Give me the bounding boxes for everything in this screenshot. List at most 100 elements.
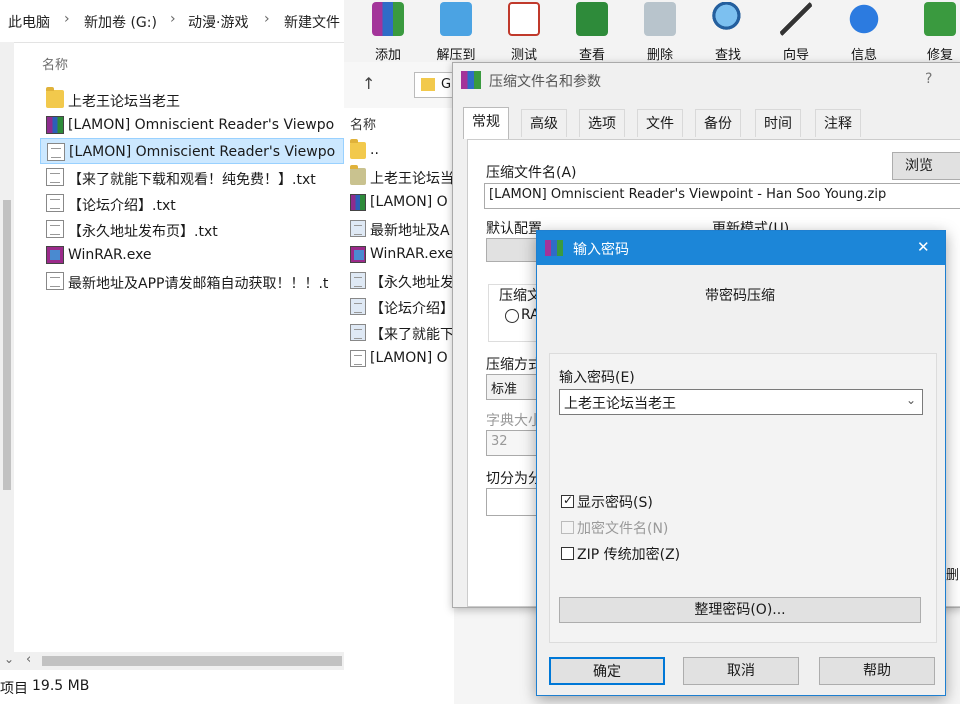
enter-password-dialog: 输入密码 ✕ 带密码压缩 输入密码(E) 上老王论坛当老王 ⌄ ✓ 显示密码(S… [536, 230, 946, 696]
info-button[interactable]: 信息 [834, 0, 894, 63]
wizard-label: 向导 [782, 48, 809, 63]
tab-advanced[interactable]: 高级 [521, 109, 567, 137]
archive-name-label: 压缩文件名(A) [486, 165, 577, 181]
scroll-left-icon[interactable]: ‹ [26, 652, 31, 667]
delete-label: 删除 [646, 48, 673, 63]
cancel-button[interactable]: 取消 [683, 657, 799, 685]
chevron-down-icon[interactable]: ⌄ [4, 652, 14, 666]
show-password-label[interactable]: 显示密码(S) [577, 492, 653, 512]
default-profile-label: 默认配置 [486, 221, 542, 237]
breadcrumb-separator: › [64, 11, 70, 27]
rar-archive-icon [46, 116, 64, 134]
close-icon[interactable]: ✕ [917, 238, 930, 256]
list-item[interactable]: 【来了就能下 [348, 320, 454, 344]
file-row[interactable]: 上老王论坛当老王 [40, 86, 344, 112]
format-radio[interactable] [505, 309, 519, 323]
blank-file-icon [350, 350, 366, 367]
zip-legacy-encryption-label[interactable]: ZIP 传统加密(Z) [577, 544, 680, 564]
text-file-icon [46, 168, 64, 186]
breadcrumb-this-pc[interactable]: 此电脑 [8, 12, 50, 32]
test-label: 测试 [510, 48, 537, 63]
column-header-name[interactable]: 名称 [350, 114, 376, 133]
delete-button[interactable]: 删除 [630, 0, 690, 63]
view-book-icon [576, 2, 608, 36]
help-button[interactable]: 帮助 [819, 657, 935, 685]
breadcrumb-drive[interactable]: 新加卷 (G:) [84, 12, 157, 32]
column-header-name[interactable]: 名称 [42, 54, 68, 73]
list-item[interactable]: [LAMON] O [348, 190, 454, 214]
file-row[interactable]: 【论坛介绍】.txt [40, 190, 344, 216]
view-button[interactable]: 查看 [562, 0, 622, 63]
file-name: 【论坛介绍】.txt [68, 198, 176, 214]
archive-name-input[interactable]: [LAMON] Omniscient Reader's Viewpoint - … [484, 183, 960, 209]
up-arrow-icon[interactable]: ↑ [362, 74, 375, 93]
add-button[interactable]: 添加 [358, 0, 418, 63]
tab-files[interactable]: 文件 [637, 109, 683, 137]
scrollbar-thumb[interactable] [42, 656, 342, 666]
file-row[interactable]: 【永久地址发布页】.txt [40, 216, 344, 242]
browse-button[interactable]: 浏览(B)... [892, 152, 960, 200]
encrypt-filenames-label: 加密文件名(N) [577, 521, 669, 537]
breadcrumb[interactable]: 此电脑 › 新加卷 (G:) › 动漫·游戏 › 新建文件 [0, 0, 344, 43]
magnifier-icon [712, 2, 744, 36]
test-button[interactable]: 测试 [494, 0, 554, 63]
list-item[interactable]: WinRAR.exe [348, 242, 454, 266]
tab-options[interactable]: 选项 [579, 109, 625, 137]
zip-legacy-encryption-checkbox[interactable] [561, 547, 574, 560]
view-label: 查看 [578, 48, 605, 63]
find-button[interactable]: 查找 [698, 0, 758, 63]
tab-comment[interactable]: 注释 [815, 109, 861, 137]
extract-to-button[interactable]: 解压到 [426, 0, 486, 63]
list-item-name: WinRAR.exe [370, 246, 454, 262]
list-item[interactable]: [LAMON] O [348, 346, 454, 370]
file-row[interactable]: 最新地址及APP请发邮箱自动获取！！！.t [40, 268, 344, 294]
repair-button[interactable]: 修复 [910, 0, 960, 63]
tab-backup[interactable]: 备份 [695, 109, 741, 137]
password-combobox[interactable]: 上老王论坛当老王 ⌄ [559, 389, 923, 415]
folder-icon [350, 139, 366, 159]
tab-time[interactable]: 时间 [755, 109, 801, 137]
show-password-checkbox[interactable]: ✓ [561, 493, 574, 508]
chevron-down-icon[interactable]: ⌄ [906, 393, 916, 407]
blank-file-icon [47, 143, 65, 161]
file-row[interactable]: 【来了就能下载和观看！纯免费！】.txt [40, 164, 344, 190]
file-row[interactable]: WinRAR.exe [40, 242, 344, 268]
repair-icon [924, 2, 956, 36]
text-file-icon [350, 272, 366, 289]
tab-general[interactable]: 常规 [463, 107, 509, 139]
text-file-icon [350, 324, 366, 341]
breadcrumb-separator: › [264, 11, 270, 27]
info-label: 信息 [850, 48, 877, 63]
folder-icon [350, 165, 366, 185]
folder-icon [46, 87, 64, 108]
split-volume-label: 切分为分 [486, 471, 542, 487]
wizard-button[interactable]: 向导 [766, 0, 826, 63]
text-file-icon [46, 272, 64, 290]
folder-icon [421, 78, 435, 91]
list-item[interactable]: .. [348, 138, 454, 162]
extract-folder-icon [440, 2, 472, 36]
file-name: 最新地址及APP请发邮箱自动获取！！！.t [68, 276, 329, 292]
file-row-selected[interactable]: [LAMON] Omniscient Reader's Viewpo [40, 138, 344, 164]
file-name: 【来了就能下载和观看！纯免费！】.txt [68, 172, 316, 188]
list-item-name: 【来了就能下 [370, 327, 454, 343]
breadcrumb-new-folder[interactable]: 新建文件 [284, 12, 340, 32]
scrollbar-thumb[interactable] [3, 200, 11, 490]
dialog-titlebar[interactable]: 输入密码 ✕ [537, 231, 945, 265]
compression-method-label: 压缩方式 [486, 357, 542, 373]
extract-label: 解压到 [436, 48, 476, 63]
encrypt-filenames-checkbox [561, 521, 574, 534]
list-item[interactable]: 【论坛介绍】 [348, 294, 454, 318]
help-icon[interactable]: ? [925, 71, 932, 87]
file-row[interactable]: [LAMON] Omniscient Reader's Viewpo [40, 112, 344, 138]
ok-button[interactable]: 确定 [549, 657, 665, 685]
list-item[interactable]: 上老王论坛当 [348, 164, 454, 188]
organize-passwords-button[interactable]: 整理密码(O)... [559, 597, 921, 623]
path-field[interactable]: G [414, 72, 454, 98]
find-label: 查找 [714, 48, 741, 63]
list-item-name: .. [370, 142, 379, 158]
list-item[interactable]: 最新地址及A [348, 216, 454, 240]
repair-label: 修复 [926, 48, 953, 63]
list-item[interactable]: 【永久地址发 [348, 268, 454, 292]
breadcrumb-folder-anime-games[interactable]: 动漫·游戏 [188, 12, 248, 32]
